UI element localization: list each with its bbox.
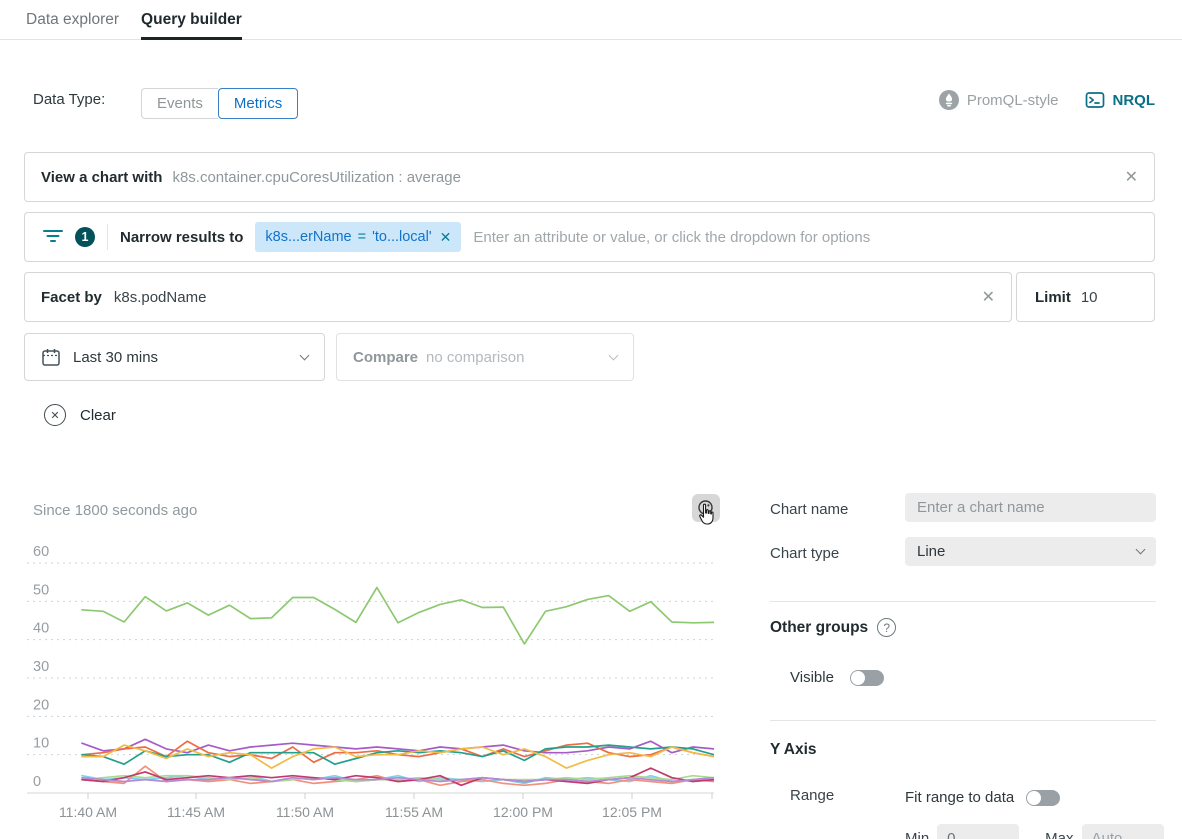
y-axis-tick-label: 60 — [33, 544, 49, 560]
range-label: Range — [790, 787, 834, 804]
clear-label: Clear — [80, 407, 116, 424]
y-axis-tick-label: 40 — [33, 621, 49, 637]
query-builder-page: Data explorer Query builder Data Type: E… — [0, 0, 1182, 839]
series-orange-red — [82, 741, 714, 762]
divider — [770, 720, 1156, 721]
tab-data-explorer[interactable]: Data explorer — [26, 0, 119, 39]
calendar-icon — [41, 347, 61, 367]
tab-query-builder[interactable]: Query builder — [141, 0, 242, 39]
narrow-results-row: 1 Narrow results to k8s...erName = 'to..… — [24, 212, 1155, 262]
divider — [107, 224, 108, 250]
chart-since-title: Since 1800 seconds ago — [33, 502, 197, 519]
fit-range-toggle[interactable] — [1026, 790, 1060, 806]
metric-selection-value[interactable]: k8s.container.cpuCoresUtilization : aver… — [172, 169, 461, 186]
y-axis-tick-label: 10 — [33, 736, 49, 752]
query-language-actions: PromQL-style NRQL — [939, 90, 1155, 110]
limit-label: Limit — [1035, 289, 1071, 306]
remove-metric-icon[interactable]: ✕ — [1125, 167, 1138, 187]
line-chart[interactable]: 60 50 40 30 20 10 0 11:40 AM 11:45 AM 11:50 AM 11:… — [24, 536, 714, 839]
view-chart-row: View a chart with k8s.container.cpuCores… — [24, 152, 1155, 202]
y-axis-tick-label: 0 — [33, 774, 41, 790]
data-type-segmented-control: Events Metrics — [141, 88, 298, 119]
time-range-picker[interactable]: Last 30 mins — [24, 333, 325, 381]
metrics-button[interactable]: Metrics — [218, 88, 298, 119]
terminal-icon — [1085, 90, 1105, 110]
fit-range-row: Fit range to data — [905, 789, 1060, 806]
chevron-down-icon — [609, 350, 619, 360]
fit-range-label: Fit range to data — [905, 789, 1014, 806]
visible-label: Visible — [790, 669, 834, 686]
chart-type-select[interactable]: Line — [905, 537, 1156, 566]
data-type-label: Data Type: — [33, 91, 105, 108]
tab-data-explorer-label: Data explorer — [26, 11, 119, 29]
events-button[interactable]: Events — [141, 88, 218, 119]
view-chart-label: View a chart with — [41, 169, 162, 186]
nrql-button[interactable]: NRQL — [1085, 90, 1156, 110]
time-range-value: Last 30 mins — [73, 349, 158, 366]
top-tab-bar: Data explorer Query builder — [0, 0, 1182, 40]
max-input[interactable] — [1082, 824, 1164, 839]
y-axis-tick-label: 50 — [33, 582, 49, 598]
chart-type-value: Line — [917, 543, 945, 560]
divider — [770, 601, 1156, 602]
min-label: Min — [905, 830, 929, 839]
chevron-down-icon — [1136, 545, 1146, 555]
x-axis-tick-label: 12:05 PM — [602, 804, 662, 820]
compare-label: Compare — [353, 349, 418, 366]
filter-chip-value: 'to...local' — [372, 229, 432, 245]
help-icon[interactable]: ? — [877, 618, 896, 637]
promql-style-label: PromQL-style — [967, 92, 1059, 109]
other-groups-label: Other groups — [770, 619, 868, 637]
filter-chip-operator: = — [358, 229, 366, 245]
limit-box[interactable]: Limit 10 — [1016, 272, 1155, 322]
min-input[interactable] — [937, 824, 1019, 839]
x-axis-tick-label: 11:55 AM — [385, 804, 443, 820]
clear-button[interactable]: ✕ Clear — [44, 404, 116, 426]
other-groups-heading: Other groups ? — [770, 618, 896, 637]
chart-name-label: Chart name — [770, 501, 848, 518]
promql-style-button[interactable]: PromQL-style — [939, 90, 1059, 110]
filter-chip[interactable]: k8s...erName = 'to...local' ✕ — [255, 222, 461, 252]
clear-circle-x-icon: ✕ — [44, 404, 66, 426]
compare-picker[interactable]: Compare no comparison — [336, 333, 634, 381]
active-tab-underline — [141, 37, 242, 40]
y-axis-heading: Y Axis — [770, 741, 817, 759]
visible-row: Visible — [790, 669, 884, 686]
y-axis-tick-label: 30 — [33, 659, 49, 675]
x-axis-tick-label: 11:40 AM — [59, 804, 117, 820]
min-max-row: Min Max — [905, 824, 1164, 839]
x-axis-tick-label: 11:45 AM — [167, 804, 225, 820]
compare-value: no comparison — [426, 349, 524, 366]
y-axis-tick-label: 20 — [33, 697, 49, 713]
filter-icon — [43, 228, 63, 246]
facet-by-value[interactable]: k8s.podName — [114, 289, 207, 306]
max-label: Max — [1045, 830, 1073, 839]
prometheus-icon — [939, 90, 959, 110]
filter-chip-attribute: k8s...erName — [265, 229, 351, 245]
chart-name-input[interactable] — [905, 493, 1156, 522]
filter-chip-remove-icon[interactable]: ✕ — [440, 229, 452, 246]
facet-by-label: Facet by — [41, 289, 102, 306]
facet-by-row: Facet by k8s.podName ✕ — [24, 272, 1012, 322]
narrow-results-label: Narrow results to — [120, 229, 243, 246]
nrql-label: NRQL — [1113, 92, 1156, 109]
visible-toggle[interactable] — [850, 670, 884, 686]
limit-value: 10 — [1081, 289, 1098, 306]
x-axis-tick-label: 11:50 AM — [276, 804, 334, 820]
chart-type-label: Chart type — [770, 545, 839, 562]
chevron-down-icon — [300, 350, 310, 360]
chart-options-button[interactable] — [692, 494, 720, 522]
y-axis-label: Y Axis — [770, 741, 817, 759]
series-green — [82, 588, 714, 644]
filter-count-badge: 1 — [75, 227, 95, 247]
x-axis-tick-label: 12:00 PM — [493, 804, 553, 820]
remove-facet-icon[interactable]: ✕ — [982, 287, 995, 307]
tab-query-builder-label: Query builder — [141, 11, 242, 29]
chart-options-icon — [692, 494, 720, 522]
attribute-search-placeholder[interactable]: Enter an attribute or value, or click th… — [473, 229, 1136, 246]
